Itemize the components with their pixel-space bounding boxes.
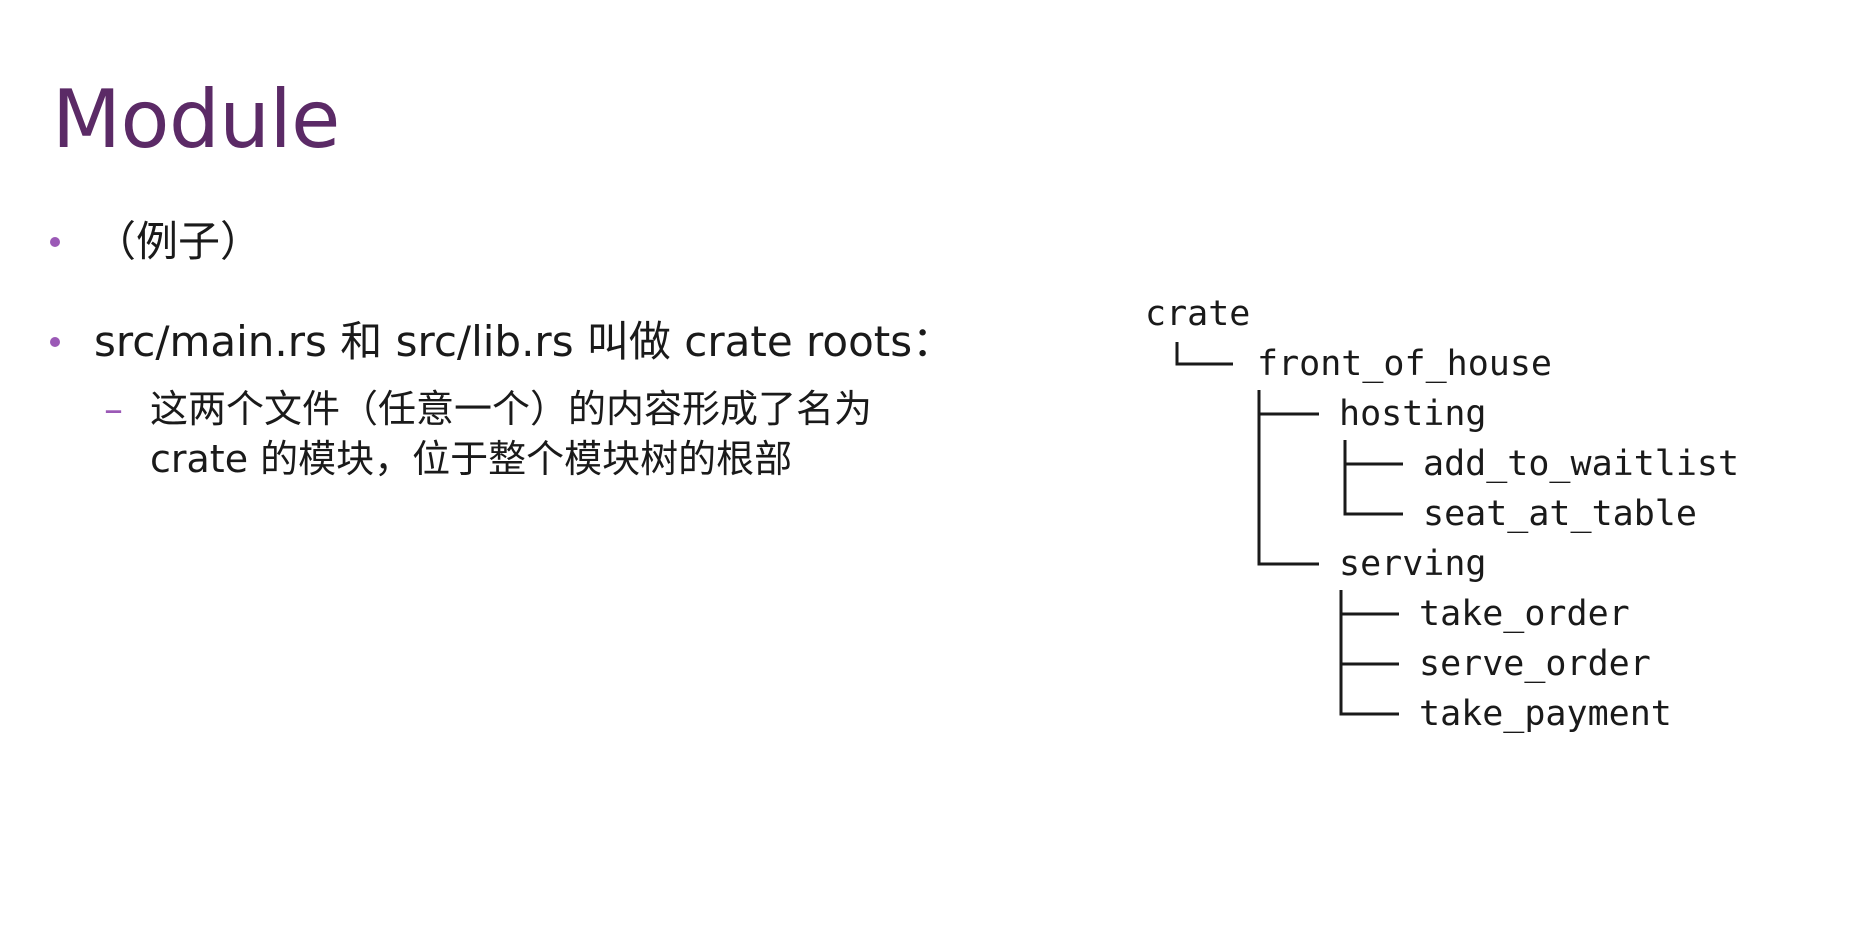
tree-node-crate: crate — [1145, 294, 1251, 334]
tree-node-take-payment: take_payment — [1419, 694, 1672, 734]
tree-node-hosting: hosting — [1339, 394, 1487, 434]
sub-bullet-line: crate 的模块，位于整个模块树的根部 — [150, 437, 793, 481]
bullet-text: src/main.rs 和 src/lib.rs 叫做 crate roots： — [94, 317, 955, 366]
bullet-text: （例子） — [94, 217, 263, 266]
tree-connector — [1339, 590, 1399, 716]
bullet-dot-icon — [50, 237, 60, 247]
module-tree: crate front_of_house hosting add_to_wait… — [1145, 290, 1765, 750]
tree-connector — [1257, 390, 1319, 566]
slide-title: Module — [52, 73, 340, 166]
tree-node-seat-at-table: seat_at_table — [1423, 494, 1697, 534]
tree-node-add-to-waitlist: add_to_waitlist — [1423, 444, 1740, 484]
sub-bullet-text: 这两个文件（任意一个）的内容形成了名为 crate 的模块，位于整个模块树的根部 — [150, 384, 1050, 484]
sub-bullet-line: 这两个文件（任意一个）的内容形成了名为 — [150, 387, 873, 431]
sub-bullet-dash: – — [104, 387, 123, 431]
bullet-item-crate-roots: src/main.rs 和 src/lib.rs 叫做 crate roots： — [50, 312, 954, 372]
tree-node-take-order: take_order — [1419, 594, 1630, 634]
tree-node-serving: serving — [1339, 544, 1487, 584]
sub-bullet-item: – 这两个文件（任意一个）的内容形成了名为 crate 的模块，位于整个模块树的… — [104, 384, 1050, 484]
tree-node-serve-order: serve_order — [1419, 644, 1651, 684]
bullet-item-example: （例子） — [50, 212, 262, 272]
tree-connector — [1343, 440, 1403, 516]
tree-connector — [1175, 342, 1233, 366]
tree-node-front-of-house: front_of_house — [1257, 344, 1553, 384]
bullet-dot-icon — [50, 337, 60, 347]
